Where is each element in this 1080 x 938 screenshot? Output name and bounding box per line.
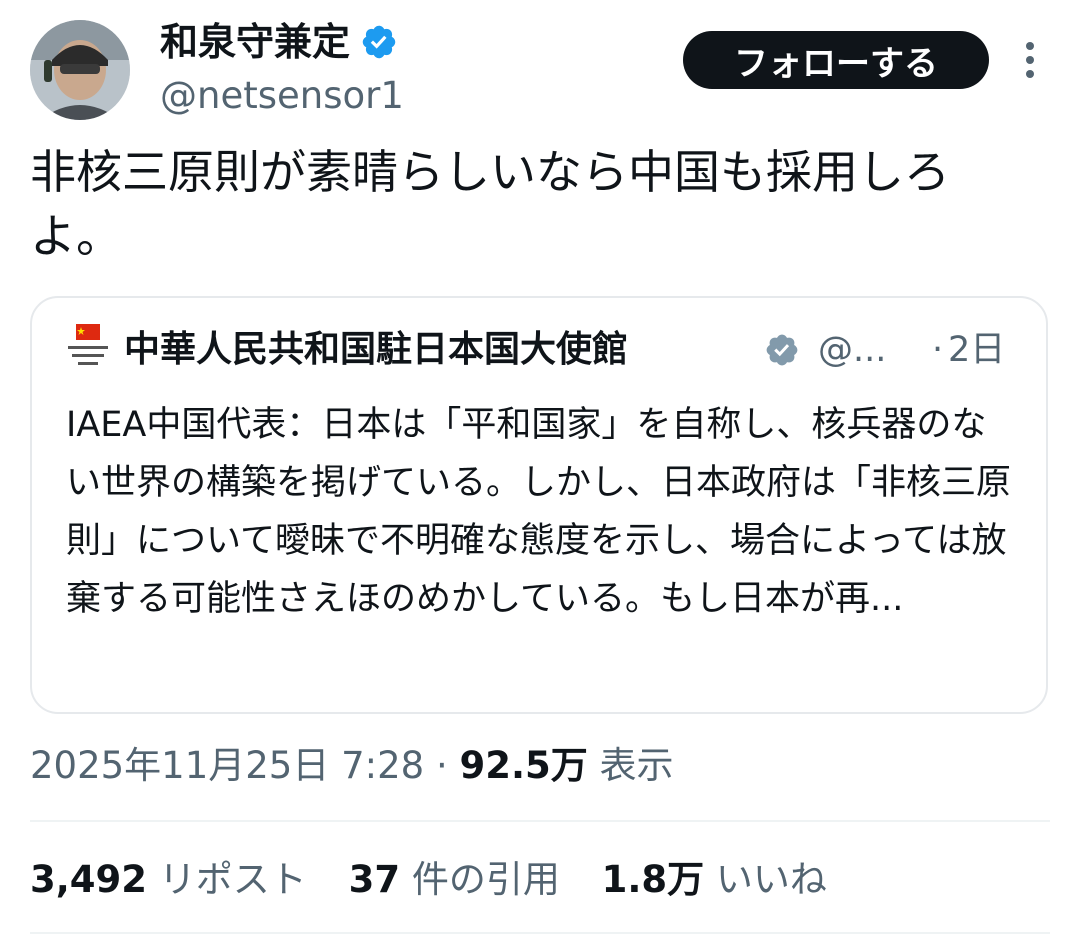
quoted-handle[interactable]: @... (818, 326, 886, 374)
tweet-meta: 2025年11月25日 7:28 · 92.5万 表示 (30, 740, 674, 792)
views-count: 92.5万 (459, 744, 588, 787)
verified-badge-icon[interactable] (360, 23, 398, 61)
chinese-flag-logo (68, 324, 108, 365)
divider (30, 820, 1050, 822)
quotes-count: 37 (348, 858, 401, 901)
government-verified-badge-icon[interactable] (764, 332, 800, 368)
meta-separator: · (435, 744, 448, 787)
author-name-row: 和泉守兼定 (160, 18, 398, 66)
reposts-label: リポスト (158, 858, 307, 901)
quotes-label: 件の引用 (411, 858, 560, 901)
avatar-photo (30, 20, 130, 120)
quoted-separator: · (932, 330, 944, 370)
likes-label: いいね (715, 858, 827, 901)
quoted-display-name[interactable]: 中華人民共和国駐日本国大使館 (124, 326, 628, 374)
tweet-text: 非核三原則が素晴らしいなら中国も採用しろよ。 (30, 145, 950, 263)
more-options-icon[interactable] (1013, 38, 1047, 82)
author-avatar[interactable] (30, 20, 130, 120)
quoted-author-avatar[interactable] (66, 324, 110, 378)
author-display-name[interactable]: 和泉守兼定 (160, 18, 350, 66)
divider-bottom (30, 932, 1050, 934)
likes-stat[interactable]: 1.8万 いいね (602, 858, 857, 901)
quotes-stat[interactable]: 37 件の引用 (349, 858, 590, 901)
quoted-tweet-text: IAEA中国代表：日本は「平和国家」を自称し、核兵器のない世界の構築を掲げている… (66, 405, 1012, 619)
author-handle[interactable]: @netsensor1 (160, 72, 404, 120)
reposts-count: 3,492 (30, 858, 148, 901)
likes-count: 1.8万 (601, 858, 705, 901)
tweet-timestamp[interactable]: 2025年11月25日 7:28 (30, 744, 424, 787)
quoted-tweet-card[interactable]: 中華人民共和国駐日本国大使館 @... · 2日 IAEA中国代表：日本は「平和… (30, 296, 1048, 714)
views-label: 表示 (599, 744, 674, 787)
quoted-timestamp[interactable]: 2日 (948, 326, 1005, 374)
follow-button[interactable]: フォローする (683, 31, 989, 89)
reposts-stat[interactable]: 3,492 リポスト (30, 858, 337, 901)
engagement-stats: 3,492 リポスト 37 件の引用 1.8万 いいね (30, 854, 857, 906)
